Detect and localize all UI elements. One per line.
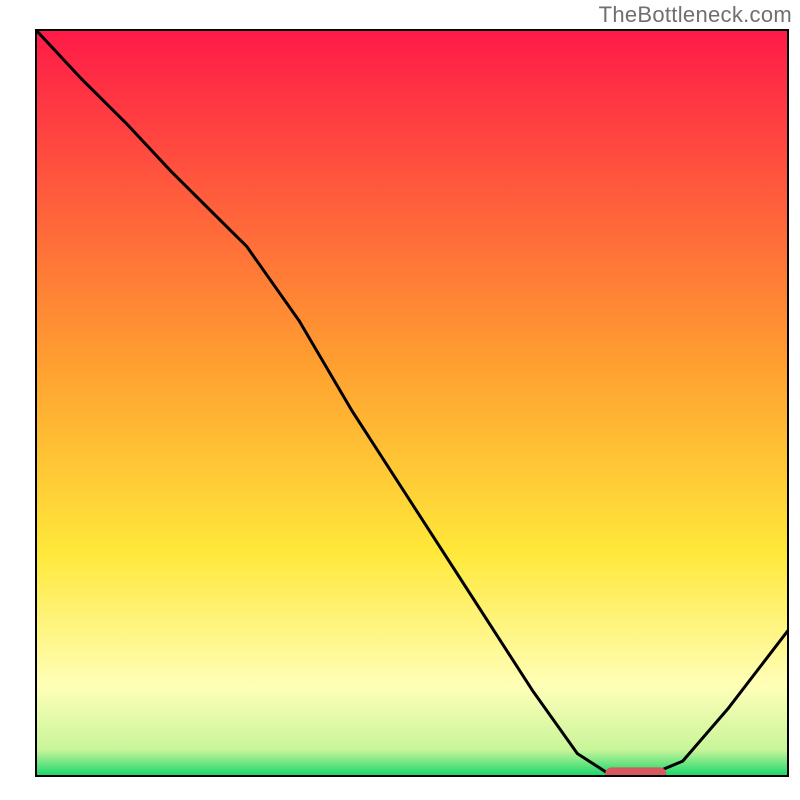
gradient-background	[36, 30, 788, 776]
watermark-text: TheBottleneck.com	[599, 2, 792, 28]
plot-area	[36, 30, 788, 776]
chart-svg	[0, 0, 800, 800]
bottleneck-chart: TheBottleneck.com	[0, 0, 800, 800]
